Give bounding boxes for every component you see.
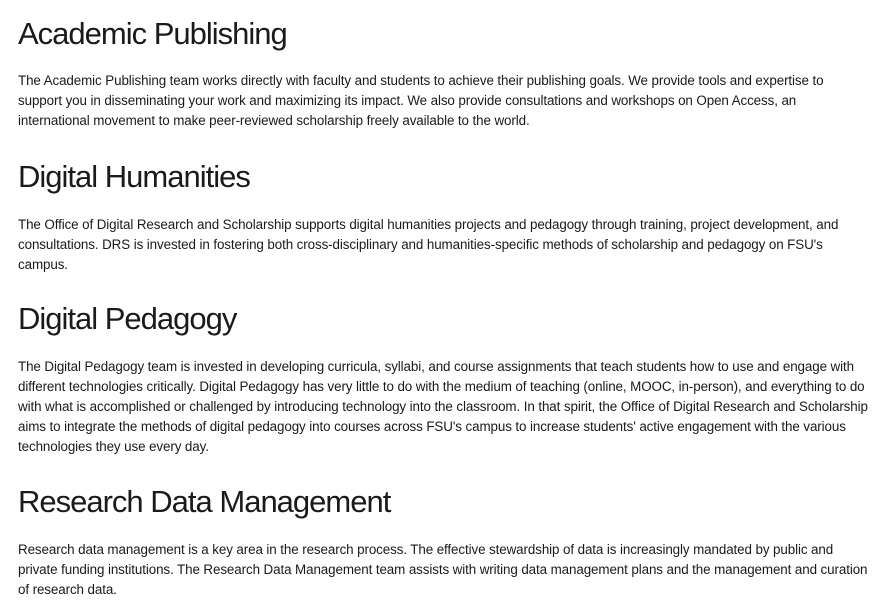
section-description: The Office of Digital Research and Schol… bbox=[18, 217, 839, 272]
section-description: The Digital Pedagogy team is invested in… bbox=[18, 359, 868, 454]
section-title: Digital Humanities bbox=[18, 159, 251, 194]
section-title: Academic Publishing bbox=[18, 16, 288, 51]
section-title: Digital Pedagogy bbox=[18, 301, 237, 336]
section-description: Research data management is a key area i… bbox=[18, 542, 868, 597]
section-title: Research Data Management bbox=[18, 484, 391, 519]
section-description: The Academic Publishing team works direc… bbox=[18, 73, 824, 128]
